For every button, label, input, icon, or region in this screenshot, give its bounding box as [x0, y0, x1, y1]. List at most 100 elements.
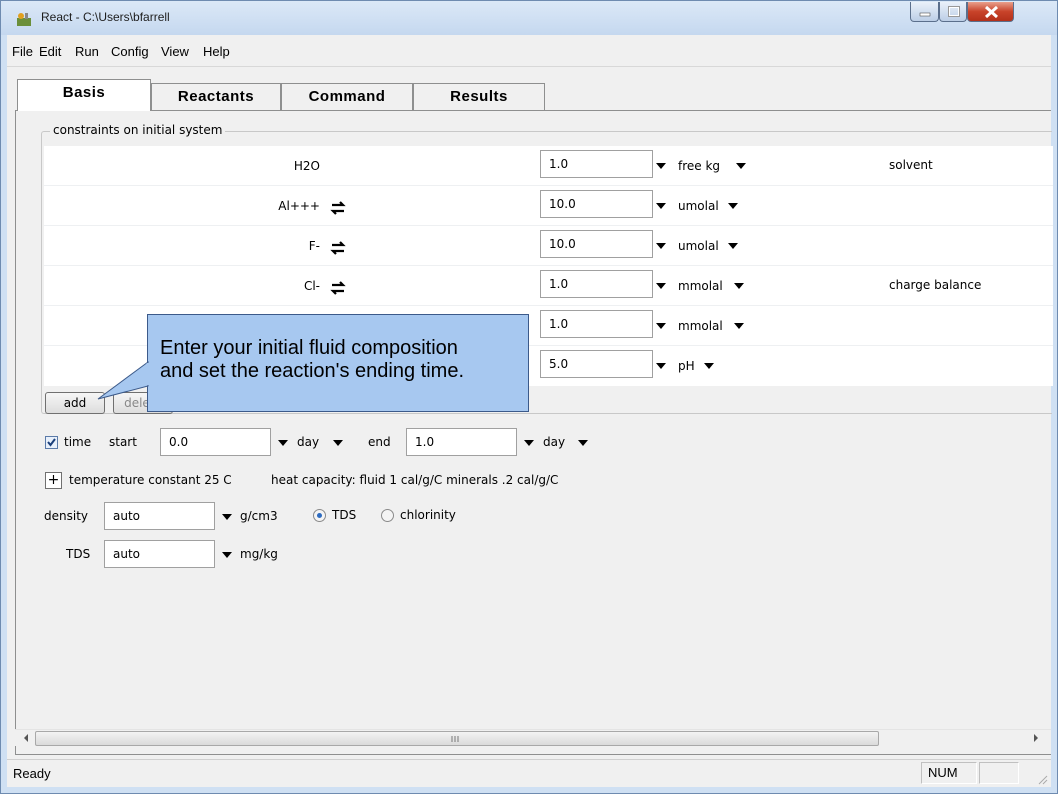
- value-field[interactable]: 1.0: [540, 310, 653, 338]
- dropdown-arrow-icon[interactable]: [524, 440, 534, 446]
- value-field[interactable]: 1.0: [540, 270, 653, 298]
- dropdown-arrow-icon[interactable]: [656, 283, 666, 289]
- start-label: start: [109, 435, 137, 449]
- tab-basis[interactable]: Basis: [17, 79, 151, 111]
- window-title: React - C:\Users\bfarrell: [41, 10, 170, 24]
- client-area: Basis Reactants Command Results constrai…: [7, 67, 1053, 759]
- dropdown-arrow-icon[interactable]: [704, 363, 714, 369]
- tds-radio[interactable]: [313, 509, 326, 522]
- table-row[interactable]: Cl- 1.0 mmolal charge balance: [44, 266, 1053, 306]
- table-row[interactable]: Al+++ 10.0 umolal: [44, 186, 1053, 226]
- dropdown-arrow-icon[interactable]: [734, 283, 744, 289]
- menu-file[interactable]: File: [12, 44, 33, 59]
- app-window: React - C:\Users\bfarrell File Edit Run …: [0, 0, 1058, 794]
- unit-dropdown[interactable]: mmolal: [678, 279, 723, 293]
- scroll-right-icon[interactable]: [1029, 730, 1043, 746]
- species-label: Al+++: [278, 199, 320, 213]
- horizontal-scrollbar[interactable]: [15, 729, 1051, 746]
- value-field[interactable]: 5.0: [540, 350, 653, 378]
- temperature-label[interactable]: temperature constant 25 C: [69, 473, 232, 487]
- app-icon: [17, 13, 31, 26]
- scroll-left-icon[interactable]: [19, 730, 33, 746]
- menu-config[interactable]: Config: [111, 44, 149, 59]
- swap-icon[interactable]: [330, 241, 346, 255]
- table-row[interactable]: H2O 1.0 free kg solvent: [44, 146, 1053, 186]
- end-unit-dropdown[interactable]: day: [543, 435, 565, 449]
- dropdown-arrow-icon[interactable]: [222, 514, 232, 520]
- status-bar: Ready NUM: [7, 759, 1051, 787]
- heat-capacity-label[interactable]: heat capacity: fluid 1 cal/g/C minerals …: [271, 473, 558, 487]
- size-grip-icon[interactable]: [1037, 774, 1049, 786]
- swap-icon[interactable]: [330, 201, 346, 215]
- close-icon: [984, 5, 999, 19]
- species-label: H2O: [293, 159, 320, 173]
- close-button[interactable]: [967, 2, 1014, 22]
- density-unit: g/cm3: [240, 509, 278, 523]
- tab-command[interactable]: Command: [281, 83, 413, 110]
- dropdown-arrow-icon[interactable]: [656, 363, 666, 369]
- menu-edit[interactable]: Edit: [39, 44, 61, 59]
- row-note: charge balance: [889, 278, 982, 292]
- dropdown-arrow-icon[interactable]: [736, 163, 746, 169]
- time-label: time: [64, 435, 92, 449]
- dropdown-arrow-icon[interactable]: [578, 440, 588, 446]
- expand-temperature-button[interactable]: +: [45, 472, 62, 489]
- dropdown-arrow-icon[interactable]: [222, 552, 232, 558]
- scrollbar-thumb[interactable]: [35, 731, 879, 746]
- minimize-icon: [919, 12, 931, 17]
- unit-dropdown[interactable]: free kg: [678, 159, 720, 173]
- end-time-input[interactable]: 1.0: [406, 428, 517, 456]
- dropdown-arrow-icon[interactable]: [656, 243, 666, 249]
- dropdown-arrow-icon[interactable]: [656, 163, 666, 169]
- tds-label: TDS: [66, 547, 91, 561]
- title-bar[interactable]: React - C:\Users\bfarrell: [1, 1, 1057, 35]
- species-label: F-: [308, 239, 320, 253]
- chlorinity-radio[interactable]: [381, 509, 394, 522]
- grip-icon: [451, 736, 459, 742]
- species-label: Cl-: [303, 279, 320, 293]
- tds-radio-label[interactable]: TDS: [332, 508, 356, 522]
- tab-reactants[interactable]: Reactants: [151, 83, 281, 110]
- menu-view[interactable]: View: [161, 44, 189, 59]
- status-text: Ready: [13, 766, 51, 781]
- dropdown-arrow-icon[interactable]: [656, 323, 666, 329]
- basis-panel: constraints on initial system H2O 1.0 fr…: [15, 110, 1053, 755]
- start-time-input[interactable]: 0.0: [160, 428, 271, 456]
- minimize-button[interactable]: [910, 2, 939, 22]
- tds-input[interactable]: auto: [104, 540, 215, 568]
- dropdown-arrow-icon[interactable]: [278, 440, 288, 446]
- dropdown-arrow-icon[interactable]: [728, 203, 738, 209]
- menu-run[interactable]: Run: [75, 44, 99, 59]
- swap-icon[interactable]: [330, 281, 346, 295]
- time-checkbox[interactable]: [45, 436, 58, 449]
- menu-bar: File Edit Run Config View Help: [7, 35, 1051, 67]
- unit-dropdown[interactable]: mmolal: [678, 319, 723, 333]
- density-label: density: [44, 509, 88, 523]
- tab-results[interactable]: Results: [413, 83, 545, 110]
- dropdown-arrow-icon[interactable]: [728, 243, 738, 249]
- checkmark-icon: [47, 438, 56, 447]
- dropdown-arrow-icon[interactable]: [656, 203, 666, 209]
- dropdown-arrow-icon[interactable]: [333, 440, 343, 446]
- unit-dropdown[interactable]: umolal: [678, 199, 719, 213]
- menu-help[interactable]: Help: [203, 44, 230, 59]
- unit-dropdown[interactable]: umolal: [678, 239, 719, 253]
- value-field[interactable]: 10.0: [540, 190, 653, 218]
- table-row[interactable]: F- 10.0 umolal: [44, 226, 1053, 266]
- value-field[interactable]: 1.0: [540, 150, 653, 178]
- tutorial-callout: Enter your initial fluid composition and…: [147, 314, 529, 412]
- row-note: solvent: [889, 158, 933, 172]
- maximize-icon: [948, 6, 960, 17]
- unit-dropdown[interactable]: pH: [678, 359, 695, 373]
- constraints-legend: constraints on initial system: [50, 123, 226, 137]
- end-label: end: [368, 435, 391, 449]
- chlorinity-radio-label[interactable]: chlorinity: [400, 508, 456, 522]
- value-field[interactable]: 10.0: [540, 230, 653, 258]
- callout-pointer: [97, 361, 150, 400]
- maximize-button[interactable]: [939, 2, 967, 22]
- tds-unit: mg/kg: [240, 547, 278, 561]
- dropdown-arrow-icon[interactable]: [734, 323, 744, 329]
- start-unit-dropdown[interactable]: day: [297, 435, 319, 449]
- density-input[interactable]: auto: [104, 502, 215, 530]
- callout-text: Enter your initial fluid composition and…: [160, 337, 465, 382]
